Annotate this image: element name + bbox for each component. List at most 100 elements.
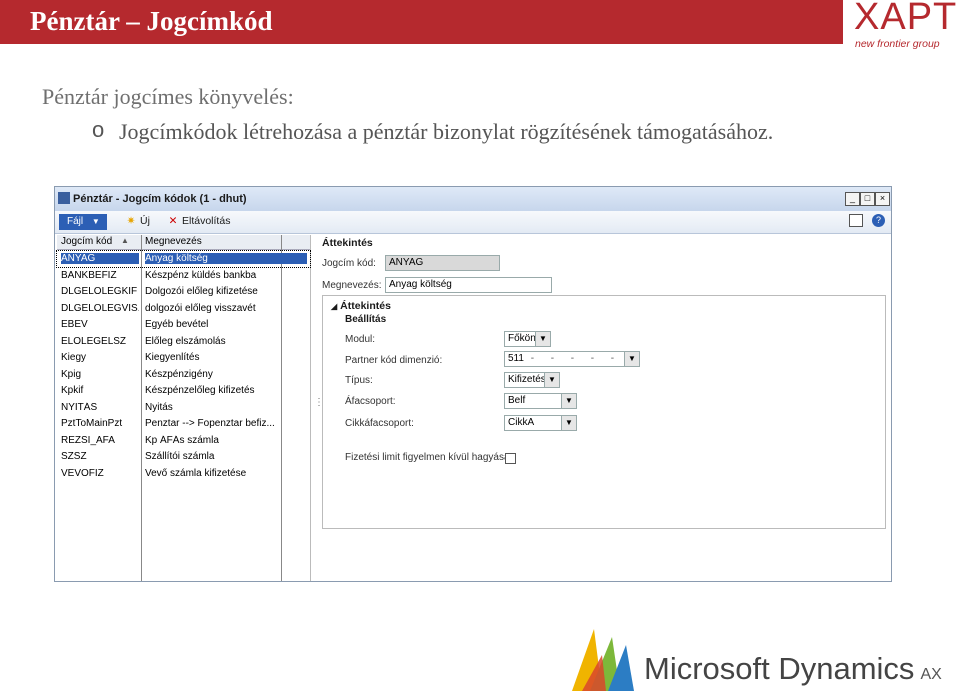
item-vat-value: CikkA	[508, 417, 535, 428]
cell-name: Dolgozói előleg kifizetése	[145, 286, 258, 297]
dynamics-ax-logo: Microsoft Dynamics AX	[568, 625, 942, 693]
partner-label: Partner kód dimenzió:	[345, 355, 443, 366]
overview-subheader[interactable]: ◢ Áttekintés	[331, 300, 391, 312]
close-button[interactable]: ×	[875, 192, 890, 206]
name-field[interactable]: Anyag költség	[385, 277, 552, 293]
vat-group-value: Belf	[508, 395, 526, 406]
table-row[interactable]: REZSI_AFA Kp ÁFÁs számla	[57, 433, 310, 449]
table-row[interactable]: Kpig Készpénzigény	[57, 367, 310, 383]
cell-name: Penztar --> Fopenztar befiz...	[145, 418, 275, 429]
cell-code: Kiegy	[61, 352, 87, 363]
xapt-logo-tagline: new frontier group	[855, 38, 940, 50]
cell-name: Kp ÁFÁs számla	[145, 434, 219, 446]
xapt-logo: XAPT new frontier group	[852, 0, 960, 50]
grid-header: Jogcím kód ▲ Megnevezés	[57, 235, 310, 250]
new-label: Új	[140, 215, 150, 227]
slide-title-bar: Pénztár – Jogcímkód	[0, 0, 843, 44]
dynamics-logo-icon	[572, 629, 634, 691]
table-row[interactable]: PztToMainPzt Penztar --> Fopenztar befiz.…	[57, 416, 310, 432]
cell-name: Kiegyenlítés	[145, 352, 200, 363]
table-row[interactable]: BANKBEFIZ Készpénz küldés bankba	[57, 268, 310, 284]
cell-code: EBEV	[61, 319, 88, 330]
cell-name: Szállítói számla	[145, 451, 215, 462]
help-icon[interactable]: ?	[872, 214, 885, 227]
delete-x-icon: ✕	[168, 215, 178, 227]
type-label: Típus:	[345, 375, 373, 386]
cell-code: DLGELOLEGVIS...	[61, 302, 139, 314]
chevron-down-icon[interactable]: ▼	[535, 332, 550, 346]
cell-code: Kpkif	[61, 385, 84, 396]
table-row[interactable]: VEVOFIZ Vevő számla kifizetése	[57, 466, 310, 482]
sort-ascending-icon: ▲	[121, 236, 129, 245]
overview-header: Áttekintés	[322, 237, 373, 249]
cell-code: VEVOFIZ	[61, 467, 104, 479]
layout-icon[interactable]	[849, 214, 864, 227]
cell-name: Készpénzelőleg kifizetés	[145, 385, 255, 396]
cell-code: Kpig	[61, 368, 82, 380]
table-row[interactable]: DLGELOLEGVIS... dolgozói előleg visszavét	[57, 301, 310, 317]
chevron-down-icon[interactable]: ▼	[561, 416, 576, 430]
partner-dimension-field[interactable]: 511 - - - - - ▼	[504, 351, 640, 367]
limit-checkbox[interactable]	[505, 453, 516, 464]
item-vat-select[interactable]: CikkA ▼	[504, 415, 577, 431]
cell-name: Készpénzigény	[145, 368, 213, 380]
cell-code: ANYAG	[61, 253, 139, 264]
new-button[interactable]: ✷ Új	[125, 215, 150, 227]
cell-name: Egyéb bevétel	[145, 319, 209, 330]
cell-code: DLGELOLEGKIF	[61, 286, 138, 297]
vat-group-label: Áfacsoport:	[345, 396, 396, 407]
xapt-logo-text: XAPT	[854, 0, 958, 38]
app-window: Pénztár - Jogcím kódok (1 - dhut) _ □ × …	[54, 186, 892, 582]
chevron-down-icon[interactable]: ▼	[544, 373, 559, 387]
table-row[interactable]: NYITÁS Nyitás	[57, 400, 310, 416]
delete-button[interactable]: ✕ Eltávolítás	[167, 215, 231, 227]
minimize-button[interactable]: _	[845, 192, 860, 206]
type-value: Kifizetés	[508, 374, 546, 385]
table-row[interactable]: ANYAG Anyag költség	[56, 250, 311, 268]
cell-code: BANKBEFIZ	[61, 269, 117, 281]
cell-name: Anyag költség	[145, 253, 307, 264]
toolbar: Fájl ▼ ✷ Új ✕ Eltávolítás ?	[55, 211, 891, 234]
collapse-triangle-icon: ◢	[331, 302, 338, 311]
table-row[interactable]: DLGELOLEGKIF Dolgozói előleg kifizetése	[57, 284, 310, 300]
cell-name: dolgozói előleg visszavét	[145, 302, 256, 314]
chevron-down-icon[interactable]: ▼	[561, 394, 576, 408]
settings-header: Beállítás	[345, 314, 387, 325]
table-row[interactable]: Kpkif Készpénzelőleg kifizetés	[57, 383, 310, 399]
window-title-bar: Pénztár - Jogcím kódok (1 - dhut) _ □ ×	[55, 187, 891, 211]
partner-dimension-dashes: - - - - -	[530, 353, 615, 364]
name-label: Megnevezés:	[322, 280, 382, 291]
table-row[interactable]: SZSZ Szállítói számla	[57, 449, 310, 465]
window-title: Pénztár - Jogcím kódok (1 - dhut)	[73, 193, 247, 205]
table-row[interactable]: ELOLEGELSZ Előleg elszámolás	[57, 334, 310, 350]
slide-heading: Pénztár jogcímes könyvelés:	[42, 84, 294, 109]
cell-name: Nyitás	[145, 401, 173, 413]
vat-group-select[interactable]: Belf ▼	[504, 393, 577, 409]
file-menu-label: Fájl	[67, 216, 84, 227]
table-row[interactable]: Kiegy Kiegyenlítés	[57, 350, 310, 366]
cell-code: REZSI_AFA	[61, 434, 115, 446]
jogcim-grid: Jogcím kód ▲ Megnevezés ANYAG Anyag költs…	[56, 235, 311, 581]
chevron-down-icon[interactable]: ▼	[624, 352, 639, 366]
table-row[interactable]: EBEV Egyéb bevétel	[57, 317, 310, 333]
column-header-code[interactable]: Jogcím kód	[61, 236, 112, 247]
code-label: Jogcím kód:	[322, 258, 376, 269]
detail-pane: Áttekintés Jogcím kód: ANYAG Megnevezés:…	[318, 235, 888, 581]
column-header-name[interactable]: Megnevezés	[145, 236, 202, 247]
file-menu-button[interactable]: Fájl ▼	[59, 214, 107, 230]
bullet-marker: o	[92, 117, 105, 142]
app-icon	[58, 192, 70, 204]
type-select[interactable]: Kifizetés ▼	[504, 372, 560, 388]
toolbar-right-icons: ?	[849, 214, 885, 227]
cell-name: Készpénz küldés bankba	[145, 269, 257, 281]
cell-code: SZSZ	[61, 451, 87, 462]
module-label: Modul:	[345, 334, 376, 345]
maximize-button[interactable]: □	[860, 192, 875, 206]
module-select[interactable]: Főköny ▼	[504, 331, 551, 347]
cell-name: Vevő számla kifizetése	[145, 467, 247, 479]
slide-title: Pénztár – Jogcímkód	[30, 6, 273, 36]
dynamics-logo-suffix: AX	[920, 666, 942, 683]
cell-name: Előleg elszámolás	[145, 335, 226, 347]
cell-code: PztToMainPzt	[61, 418, 123, 429]
code-field[interactable]: ANYAG	[385, 255, 500, 271]
